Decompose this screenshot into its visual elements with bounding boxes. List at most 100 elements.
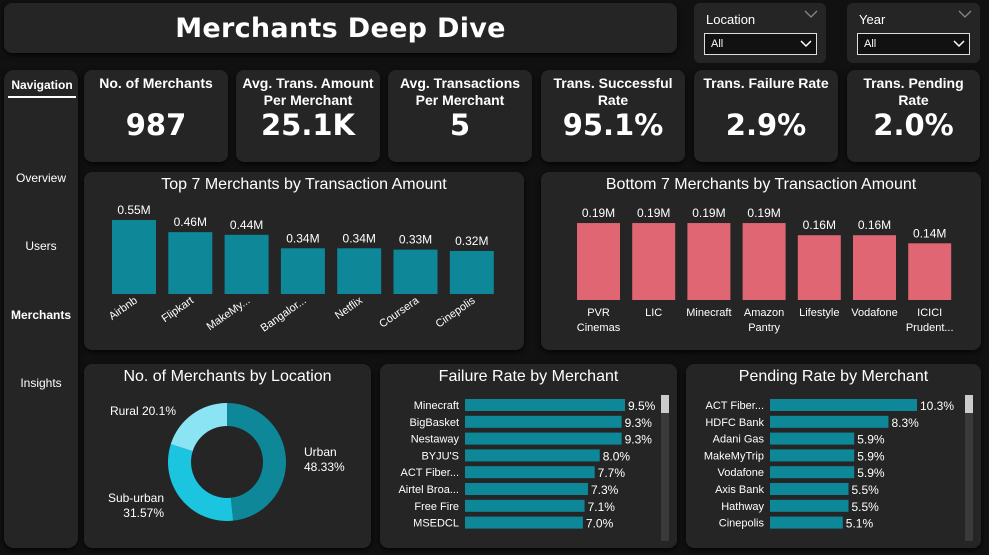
failure-rate-card: Failure Rate by Merchant Minecraft 9.5% Bi… bbox=[380, 364, 677, 548]
bottom-merchants-chart-card: Bottom 7 Merchants by Transaction Amount… bbox=[541, 172, 981, 350]
nav-item-overview[interactable]: Overview bbox=[4, 171, 78, 185]
data-label: 0.34M bbox=[286, 231, 319, 245]
chevron-down-icon[interactable] bbox=[958, 9, 972, 19]
slice-label: Rural 20.1% bbox=[110, 404, 176, 418]
category-label: Amazon bbox=[744, 307, 784, 319]
year-slicer-label: Year bbox=[859, 12, 886, 27]
category-label: BYJU'S bbox=[421, 450, 459, 462]
data-label: 0.46M bbox=[174, 215, 207, 229]
location-donut-chart: Urban48.33% Sub-urban31.57% Rural 20.1% bbox=[108, 403, 345, 521]
bar bbox=[770, 516, 843, 529]
nav-item-users[interactable]: Users bbox=[4, 239, 78, 253]
bar bbox=[112, 220, 156, 294]
kpi-value: 5 bbox=[449, 108, 471, 142]
dropdown-arrow-icon bbox=[953, 40, 965, 48]
location-slicer: Location All bbox=[694, 3, 826, 63]
location-dropdown[interactable]: All bbox=[704, 33, 817, 55]
data-label: 9.3% bbox=[625, 416, 653, 430]
category-label: PVR bbox=[587, 307, 610, 319]
slice-label: Urban bbox=[304, 445, 337, 459]
category-label: LIC bbox=[645, 307, 662, 319]
category-label: Free Fire bbox=[414, 501, 459, 513]
bar bbox=[465, 399, 625, 411]
category-label: Lifestyle bbox=[799, 307, 839, 319]
top-merchants-bar-chart: 0.55M Airbnb 0.46M Flipkart 0.44M MakeMy... 0.… bbox=[107, 203, 494, 335]
failure-rate-bar-chart: Minecraft 9.5% BigBasket 9.3% Nestaway 9.3% BY… bbox=[398, 395, 669, 541]
nav-item-insights[interactable]: Insights bbox=[4, 376, 78, 390]
page-title: Merchants Deep Dive bbox=[175, 12, 506, 44]
location-dropdown-value: All bbox=[711, 38, 724, 50]
bar bbox=[687, 223, 731, 300]
category-label: Adani Gas bbox=[713, 434, 765, 446]
data-label: 0.33M bbox=[399, 233, 432, 247]
kpi-value: 2.9% bbox=[725, 108, 807, 142]
category-label: Cinemas bbox=[577, 322, 621, 334]
kpi-value: 2.0% bbox=[873, 108, 954, 142]
scrollbar-track bbox=[661, 395, 669, 541]
bar bbox=[465, 432, 622, 445]
data-label: 7.7% bbox=[598, 466, 626, 480]
bar bbox=[280, 248, 325, 294]
bar bbox=[770, 466, 855, 479]
data-label: 5.9% bbox=[857, 449, 885, 463]
category-label: Airtel Broa... bbox=[398, 484, 459, 496]
data-label: 5.5% bbox=[851, 500, 879, 514]
year-slicer: Year All bbox=[847, 3, 980, 63]
category-label: Airbnb bbox=[107, 295, 140, 323]
bar bbox=[908, 243, 952, 300]
dashboard-title-card: Merchants Deep Dive bbox=[4, 3, 677, 53]
nav-item-merchants[interactable]: Merchants bbox=[4, 308, 78, 322]
category-label: Cinepolis bbox=[434, 294, 478, 330]
slice-label: Sub-urban bbox=[108, 491, 164, 505]
kpi-value: 25.1K bbox=[260, 108, 356, 142]
navigation-panel: Navigation Overview Users Merchants Insi… bbox=[4, 70, 78, 548]
bottom-merchants-bar-chart: 0.19M PVR Cinemas 0.19M LIC 0.19M Minecraft 0.1… bbox=[577, 206, 954, 334]
bar bbox=[632, 223, 676, 300]
data-label: 0.16M bbox=[858, 218, 891, 232]
data-label: 0.19M bbox=[692, 206, 725, 220]
year-dropdown[interactable]: All bbox=[857, 33, 970, 55]
slice-label: 48.33% bbox=[304, 460, 345, 474]
category-label: Prudent... bbox=[906, 322, 954, 334]
category-label: Coursera bbox=[377, 294, 422, 330]
data-label: 7.0% bbox=[586, 517, 614, 531]
category-label: MSEDCL bbox=[413, 518, 459, 530]
category-label: MakeMyTrip bbox=[704, 450, 764, 462]
category-label: ICICI bbox=[917, 307, 942, 319]
bar bbox=[770, 432, 855, 445]
bar bbox=[770, 499, 849, 512]
kpi-card-failure-rate: Trans. Failure Rate 2.9% bbox=[694, 70, 838, 162]
scrollbar-thumb[interactable] bbox=[965, 395, 973, 413]
chevron-down-icon[interactable] bbox=[804, 9, 818, 19]
bar bbox=[465, 483, 588, 495]
year-dropdown-value: All bbox=[864, 38, 877, 50]
bar bbox=[742, 223, 786, 300]
data-label: 0.32M bbox=[455, 234, 488, 248]
kpi-label: Avg. Trans. Amount Per Merchant bbox=[242, 75, 374, 108]
category-label: ACT Fiber... bbox=[401, 467, 459, 479]
category-label: HDFC Bank bbox=[705, 417, 764, 429]
bar bbox=[449, 250, 494, 294]
bar bbox=[770, 399, 917, 411]
data-label: 0.44M bbox=[230, 218, 263, 232]
bar bbox=[337, 248, 382, 294]
slice-label: 31.57% bbox=[123, 506, 164, 520]
category-label: Minecraft bbox=[686, 307, 731, 319]
category-label: Vodafone bbox=[851, 307, 898, 319]
kpi-card-avg-transactions: Avg. Transactions Per Merchant 5 bbox=[388, 70, 532, 162]
category-label: BigBasket bbox=[409, 417, 459, 429]
scrollbar-thumb[interactable] bbox=[661, 395, 669, 413]
bar bbox=[853, 235, 896, 300]
bar bbox=[224, 234, 269, 294]
data-label: 8.0% bbox=[603, 449, 631, 463]
category-label: MakeMy... bbox=[205, 295, 253, 333]
dropdown-arrow-icon bbox=[800, 40, 812, 48]
kpi-value: 95.1% bbox=[562, 108, 664, 142]
location-slicer-label: Location bbox=[706, 12, 756, 27]
kpi-label: Avg. Transactions Per Merchant bbox=[399, 75, 521, 108]
donut-slice bbox=[227, 403, 286, 521]
data-label: 0.19M bbox=[637, 206, 670, 220]
kpi-card-merchants: No. of Merchants 987 bbox=[84, 70, 228, 162]
bar bbox=[465, 415, 622, 428]
top-merchants-chart-card: Top 7 Merchants by Transaction Amount 0.… bbox=[84, 172, 524, 350]
